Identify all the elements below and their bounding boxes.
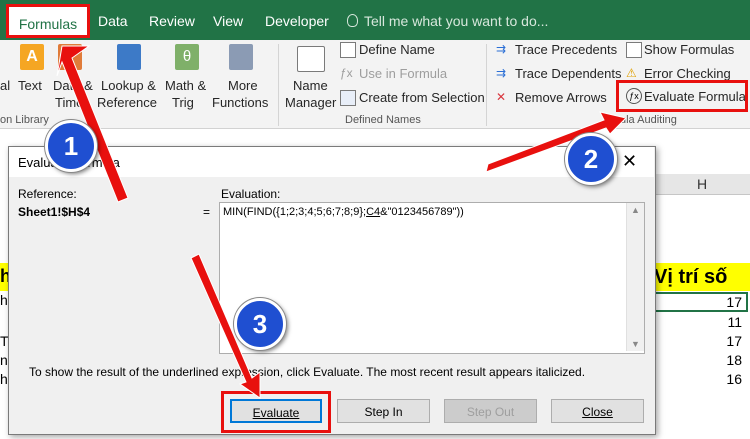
annotation-arrows — [56, 45, 627, 399]
step-badge-3: 3 — [234, 298, 286, 350]
step-badge-2: 2 — [565, 133, 617, 185]
step-badge-1: 1 — [45, 120, 97, 172]
